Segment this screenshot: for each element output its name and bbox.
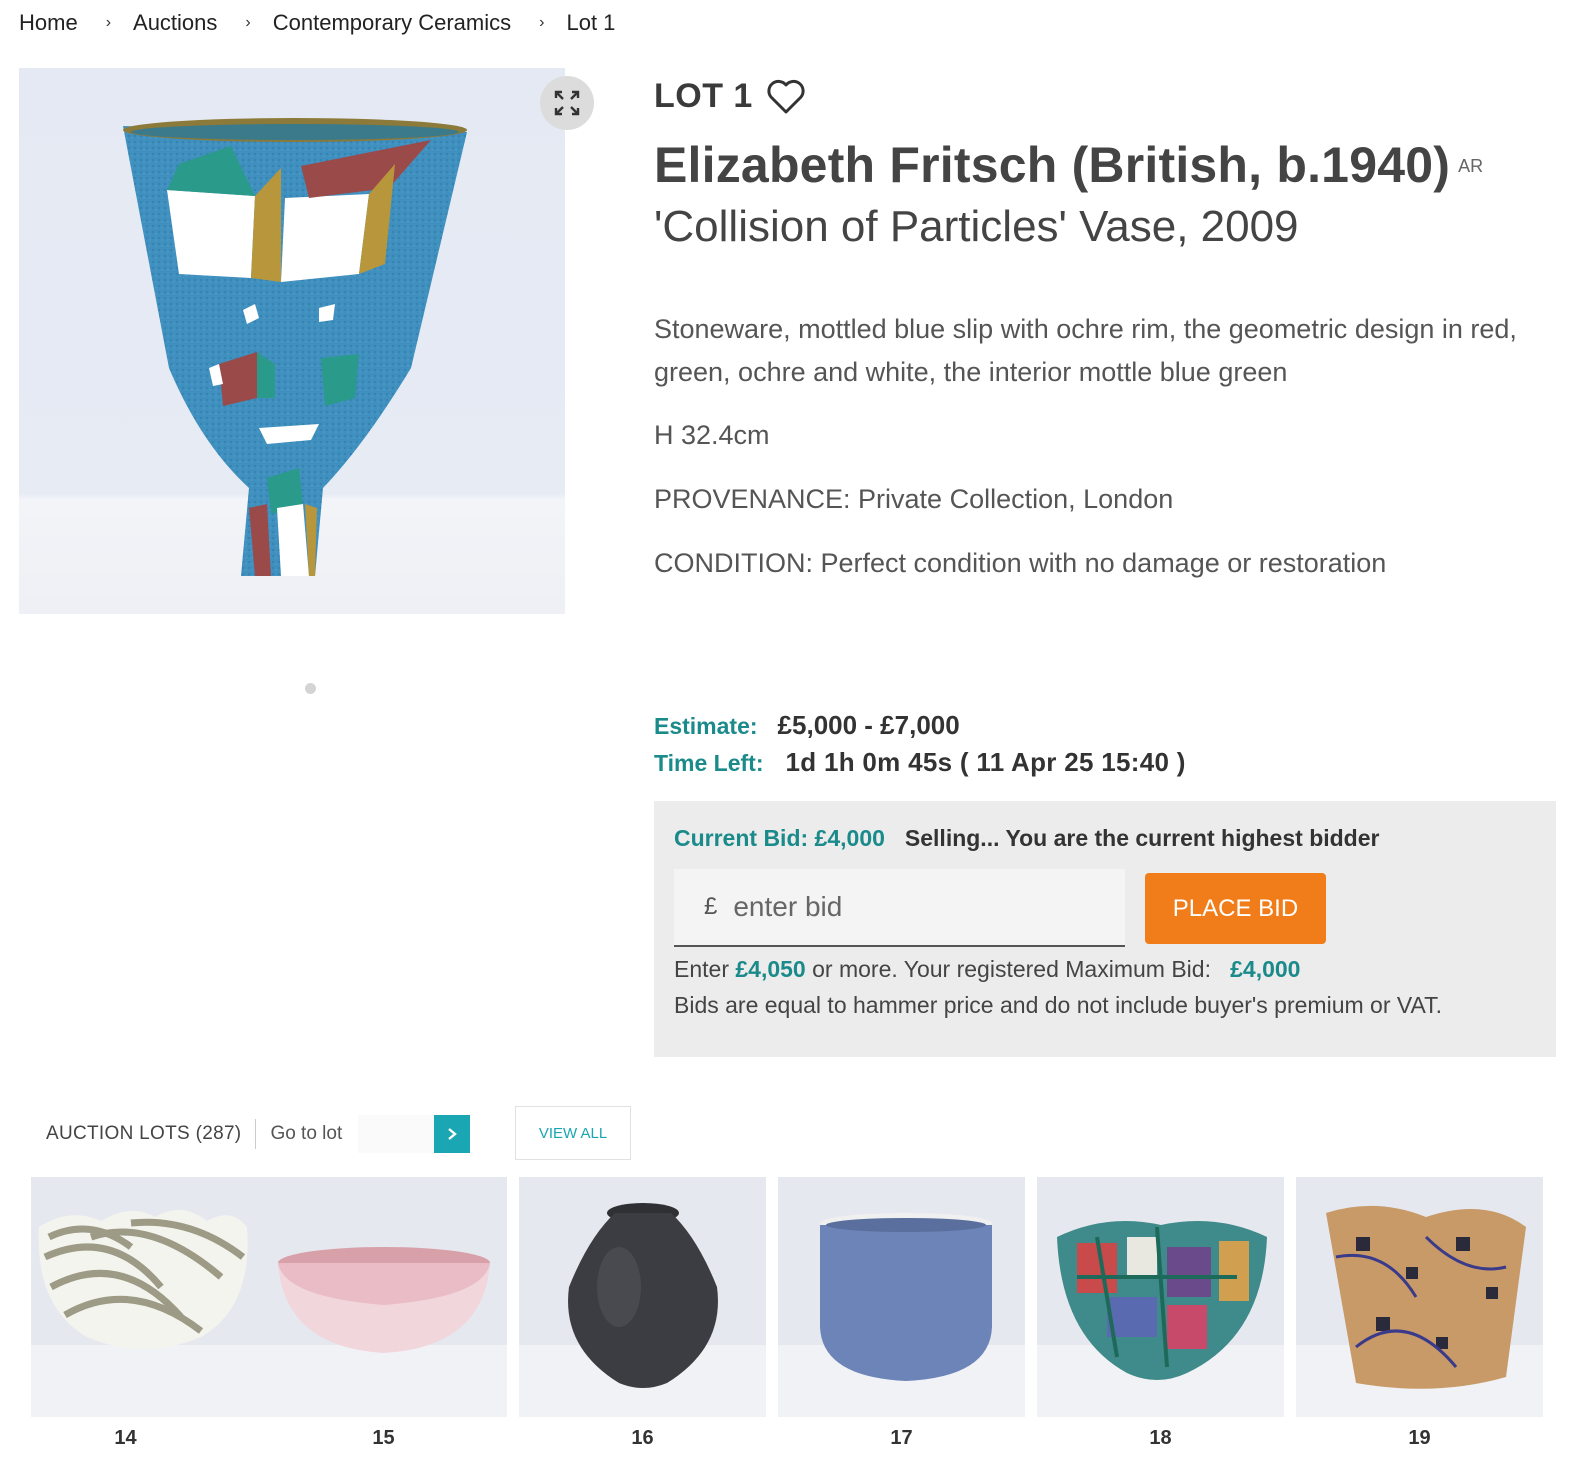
lot-thumbnail-17[interactable] [778,1177,1025,1417]
time-left-row: Time Left: 1d 1h 0m 45s ( 11 Apr 25 15:4… [654,747,1186,778]
lot-dimensions: H 32.4cm [654,420,770,450]
go-to-lot-input[interactable] [358,1115,435,1153]
enter-prefix: Enter [674,956,729,982]
vase-illustration [123,118,467,576]
bid-status: Current Bid: £4,000 Selling... You are t… [674,825,1379,852]
carousel-dot[interactable] [305,683,316,694]
current-bid: Current Bid: £4,000 [674,825,885,851]
main-lot-image[interactable] [19,68,565,614]
striped-bowl-image [31,1177,278,1417]
lot-condition: CONDITION: Perfect condition with no dam… [654,548,1387,578]
ar-badge: AR [1458,156,1484,176]
lot-number-label: 14 [114,1427,137,1449]
lot-description: Stoneware, mottled blue slip with ochre … [654,314,1517,387]
place-bid-button[interactable]: PLACE BID [1145,873,1326,944]
bid-disclaimer: Bids are equal to hammer price and do no… [674,992,1443,1018]
chevron-right-icon [448,1128,458,1140]
lot-number: LOT 1 [654,76,753,115]
bid-note: Enter £4,050 or more. Your registered Ma… [674,951,1514,1023]
breadcrumb-auctions-link[interactable]: Auctions [133,10,217,36]
lot-number-label: 16 [631,1427,654,1449]
blue-cup-image [778,1177,1025,1417]
bid-panel: Current Bid: £4,000 Selling... You are t… [654,801,1556,1057]
estimate-label: Estimate: [654,713,758,739]
bid-input-wrapper: £ [674,869,1125,947]
divider [255,1119,257,1149]
lot-provenance: PROVENANCE: Private Collection, London [654,484,1174,514]
lot-header: LOT 1 [654,76,807,116]
pink-bowl-image [260,1177,507,1417]
maximum-bid: £4,000 [1230,956,1301,982]
breadcrumb: Home › Auctions › Contemporary Ceramics … [19,10,615,36]
patterned-vessel-image [1296,1177,1543,1417]
view-all-button[interactable]: VIEW ALL [515,1106,631,1160]
minimum-bid: £4,050 [735,956,806,982]
expand-image-button[interactable] [540,76,594,130]
lot-thumbnail-14[interactable] [31,1177,278,1417]
breadcrumb-current: Lot 1 [566,10,616,35]
chevron-right-icon: › [245,14,251,31]
artist-heading: Elizabeth Fritsch (British, b.1940) AR [654,136,1483,194]
heart-icon[interactable] [765,76,807,116]
time-left-label: Time Left: [654,750,764,776]
go-to-lot-label: Go to lot [270,1123,343,1144]
lot-thumbnail-19[interactable] [1296,1177,1543,1417]
selling-status: Selling... You are the current highest b… [904,825,1380,851]
estimate-row: Estimate: £5,000 - £7,000 [654,710,960,741]
artist-name: Elizabeth Fritsch (British, b.1940) [654,137,1451,193]
fullscreen-icon [554,90,580,116]
lot-number-label: 17 [890,1427,913,1449]
enter-suffix: or more. Your registered Maximum Bid: [812,956,1211,982]
black-pot-image [519,1177,766,1417]
auction-lots-bar: AUCTION LOTS (287) Go to lot [46,1106,471,1162]
go-to-lot-button[interactable] [434,1115,471,1153]
chevron-right-icon: › [105,14,112,31]
lot-thumbnail-18[interactable] [1037,1177,1284,1417]
breadcrumb-category-link[interactable]: Contemporary Ceramics [273,10,511,36]
currency-symbol: £ [704,893,718,920]
lot-thumbnail-15[interactable] [260,1177,507,1417]
bid-amount-input[interactable] [733,891,1094,923]
time-left-value: 1d 1h 0m 45s ( 11 Apr 25 15:40 ) [785,747,1186,777]
multicolor-bowl-image [1037,1177,1284,1417]
breadcrumb-home-link[interactable]: Home [19,10,78,36]
lot-number-label: 19 [1408,1427,1431,1449]
chevron-right-icon: › [539,14,545,31]
lot-thumbnail-16[interactable] [519,1177,766,1417]
lot-number-label: 15 [372,1427,395,1449]
auction-lots-count: AUCTION LOTS (287) [46,1123,242,1144]
lot-title: 'Collision of Particles' Vase, 2009 [654,202,1299,251]
estimate-value: £5,000 - £7,000 [777,710,960,740]
lot-number-label: 18 [1149,1427,1172,1449]
